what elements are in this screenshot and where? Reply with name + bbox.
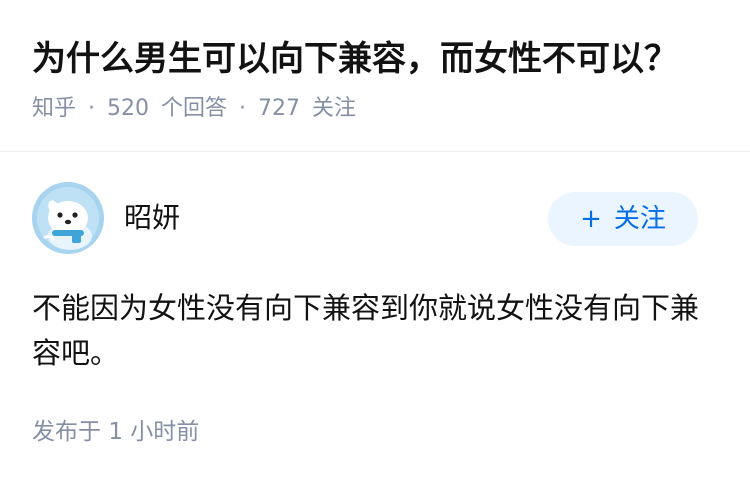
avatar[interactable] — [32, 182, 104, 254]
plus-icon: + — [580, 204, 602, 234]
author-name[interactable]: 昭妍 — [124, 198, 180, 238]
meta-separator: · — [88, 96, 96, 121]
answer-content[interactable]: 不能因为女性没有向下兼容到你就说女性没有向下兼容吧。 — [32, 286, 712, 376]
question-title[interactable]: 为什么男生可以向下兼容，而女性不可以？ — [32, 36, 678, 82]
seal-avatar-icon — [32, 182, 104, 254]
question-meta: 知乎 · 520 个回答 · 727 关注 — [32, 93, 356, 125]
time-prefix: 发布于 — [32, 419, 101, 445]
source-label[interactable]: 知乎 — [32, 96, 76, 121]
meta-separator: · — [239, 96, 247, 121]
answers-label: 个回答 — [161, 96, 228, 121]
follow-button[interactable]: + 关注 — [548, 192, 698, 246]
answer-time: 发布于 1 小时前 — [32, 416, 199, 448]
answers-count: 520 — [107, 96, 150, 121]
followers-count: 727 — [258, 96, 301, 121]
question-header: 为什么男生可以向下兼容，而女性不可以？ 知乎 · 520 个回答 · 727 关注 — [0, 0, 750, 152]
author-row: 昭妍 + 关注 — [32, 182, 698, 258]
followers-label: 关注 — [312, 96, 357, 121]
follow-label: 关注 — [613, 204, 666, 234]
time-value: 1 小时前 — [108, 419, 200, 445]
